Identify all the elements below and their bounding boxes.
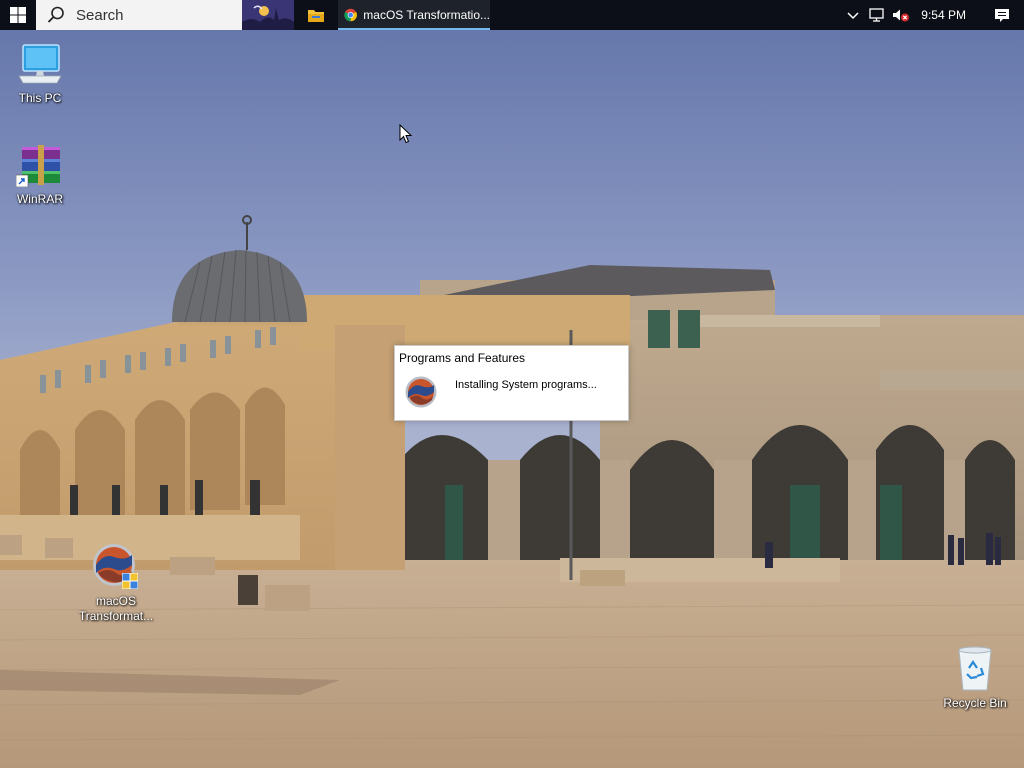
- programs-and-features-dialog[interactable]: Programs and Features Installing System …: [394, 345, 629, 421]
- clock[interactable]: 9:54 PM: [913, 8, 980, 22]
- volume-muted-icon[interactable]: [889, 0, 913, 30]
- desktop-icon-macos-transformation[interactable]: macOS Transformat...: [76, 543, 156, 624]
- macos-installer-icon: [92, 543, 140, 591]
- desktop-icon-recycle-bin[interactable]: Recycle Bin: [935, 645, 1015, 711]
- macos-installer-icon: [405, 376, 437, 408]
- dialog-body: Installing System programs...: [395, 370, 628, 408]
- search-box[interactable]: Search: [36, 0, 294, 30]
- chrome-window-title: macOS Transformatio...: [363, 8, 490, 22]
- desktop-icon-label: macOS Transformat...: [78, 594, 154, 623]
- taskbar: Search macOS Transformatio... 9:54 PM: [0, 0, 1024, 30]
- mouse-cursor-icon: [399, 123, 413, 150]
- desktop-icon-winrar[interactable]: WinRAR: [0, 141, 80, 207]
- recycle-bin-icon: [951, 645, 999, 693]
- search-icon: [36, 6, 76, 24]
- winrar-icon: [16, 141, 64, 189]
- desktop-icon-label: Recycle Bin: [943, 696, 1007, 710]
- search-highlight-icon: [242, 0, 294, 30]
- folder-icon: [308, 10, 324, 22]
- computer-icon: [16, 40, 64, 88]
- action-center-icon[interactable]: [980, 0, 1024, 30]
- windows-logo-icon: [10, 7, 26, 23]
- file-explorer-taskbar-button[interactable]: [294, 0, 338, 30]
- network-icon[interactable]: [865, 0, 889, 30]
- dialog-title: Programs and Features: [399, 351, 526, 365]
- search-input[interactable]: Search: [76, 7, 124, 24]
- start-button[interactable]: [0, 0, 36, 30]
- chevron-up-icon[interactable]: [841, 0, 865, 30]
- desktop-icon-label: This PC: [18, 91, 62, 105]
- chrome-icon: [344, 8, 357, 22]
- system-tray: 9:54 PM: [841, 0, 1024, 30]
- active-window-indicator: [338, 28, 490, 30]
- chrome-taskbar-button[interactable]: macOS Transformatio...: [338, 0, 490, 30]
- dialog-message: Installing System programs...: [455, 379, 597, 391]
- desktop-icon-this-pc[interactable]: This PC: [0, 40, 80, 106]
- desktop-icon-label: WinRAR: [16, 192, 63, 206]
